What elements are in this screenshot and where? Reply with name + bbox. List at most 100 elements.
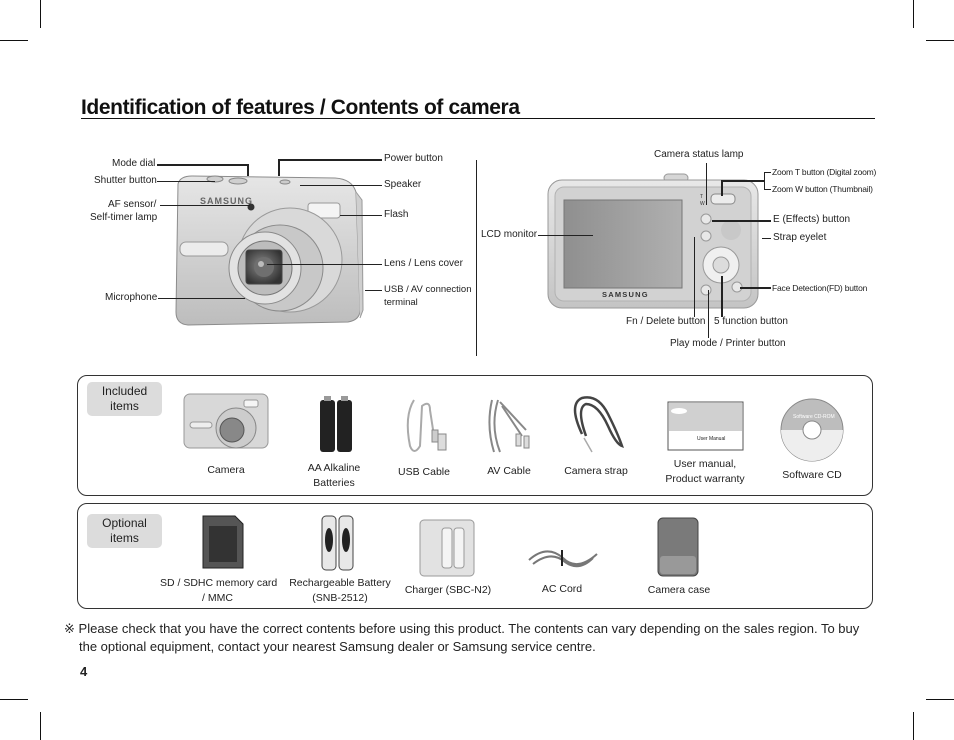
caption-line: Product warranty [665,473,745,485]
leader-line [694,237,695,317]
note-line2: the optional equipment, contact your nea… [79,639,596,654]
camera-back-illustration: SAMSUNG TW [547,173,759,309]
crop-mark [926,40,954,41]
crop-mark [0,40,28,41]
contents-note: ※ Please check that you have the correct… [64,620,874,656]
included-items-tag: Included items [87,382,162,416]
label-speaker: Speaker [384,179,422,190]
leader-line [365,290,382,291]
leader-line [722,180,764,182]
note-line1: Please check that you have the correct c… [78,621,860,636]
label-five-function: 5 function button [714,316,788,327]
crop-mark [913,712,914,740]
label-face-detection: Face Detection(FD) button [772,283,868,293]
manual-cover-text: User Manual [697,436,726,442]
optional-item-caption: SD / SDHC memory card / MMC [160,576,278,606]
leader-line [764,189,771,190]
label-zoom-w: Zoom W button (Thumbnail) [772,184,873,194]
svg-text:W: W [700,201,705,207]
label-e-effects: E (Effects) button [773,214,851,225]
crop-mark [0,699,28,700]
leader-line [764,172,771,173]
caption-line: Camera case [647,584,711,596]
tag-line: Included [101,384,148,398]
caption-line: / MMC [202,592,233,604]
note-symbol: ※ [64,621,75,636]
label-strap-eyelet: Strap eyelet [773,232,827,243]
caption-line: AA Alkaline [307,462,361,474]
included-item-caption: AV Cable [469,464,549,479]
label-af-sensor-line2: Self-timer lamp [90,212,158,223]
page-title: Identification of features / Contents of… [81,96,520,119]
leader-line [267,264,382,265]
leader-line [340,215,382,216]
title-underline [81,118,875,119]
aa-batteries-image [320,396,352,452]
tag-line: items [110,399,139,413]
svg-text:T: T [700,194,703,200]
label-usb-av-line1: USB / AV connection [384,284,472,295]
user-manual-image [667,401,744,451]
leader-line [157,181,215,182]
av-cable-image [488,399,530,453]
label-lens: Lens / Lens cover [384,258,463,269]
caption-line: AV Cable [487,465,531,477]
included-item-caption: User manual, Product warranty [655,457,755,487]
label-play-mode: Play mode / Printer button [670,338,786,349]
caption-line: Charger (SBC-N2) [404,584,492,596]
included-item-caption: USB Cable [384,465,464,480]
leader-line [706,163,707,205]
leader-line [278,159,280,176]
caption-line: AC Cord [541,583,583,595]
optional-items-tag: Optional items [87,514,162,548]
leader-line [300,185,382,186]
caption-line: Batteries [313,477,355,489]
label-power-button: Power button [384,153,443,164]
label-shutter-button: Shutter button [94,175,157,186]
camera-case-image [657,517,699,577]
leader-line [762,238,771,239]
sd-card-image [202,515,244,569]
label-fn-delete: Fn / Delete button [626,316,706,327]
cd-label-text: Software CD-ROM [793,414,835,420]
caption-line: User manual, [673,458,737,470]
ac-cord-image [528,550,598,568]
leader-line [247,164,249,176]
leader-line [712,220,771,222]
leader-line [721,276,723,317]
label-af-sensor-line1: AF sensor/ [108,199,157,210]
optional-item-caption: Charger (SBC-N2) [398,583,498,598]
leader-line [158,298,245,299]
optional-item-caption: Camera case [639,583,719,598]
caption-line: Camera [207,464,245,476]
crop-mark [926,699,954,700]
leader-line [764,172,765,189]
included-item-caption: Camera strap [556,464,636,479]
caption-line: Rechargeable Battery [289,577,391,589]
tag-line: Optional [102,516,147,530]
leader-line [538,235,593,236]
section-divider [476,160,477,356]
camera-item-image [183,393,269,449]
crop-mark [40,712,41,740]
caption-line: Camera strap [564,465,628,477]
leader-line [279,159,382,161]
page-number: 4 [80,664,88,679]
crop-mark [913,0,914,28]
included-item-caption: AA Alkaline Batteries [294,461,374,491]
rechargeable-battery-image [321,515,354,571]
leader-line [160,205,250,206]
charger-image [419,519,475,577]
leader-line [721,180,723,196]
optional-item-caption: AC Cord [522,582,602,597]
caption-line: Software CD [782,469,842,481]
leader-line [708,290,709,338]
crop-mark [40,0,41,28]
leader-line [157,164,248,166]
svg-text:SAMSUNG: SAMSUNG [602,290,649,299]
included-item-caption: Software CD [772,468,852,483]
caption-line: USB Cable [398,466,450,478]
camera-strap-image [573,396,624,453]
caption-line: (SNB-2512) [312,592,368,604]
caption-line: SD / SDHC memory card [160,577,278,589]
